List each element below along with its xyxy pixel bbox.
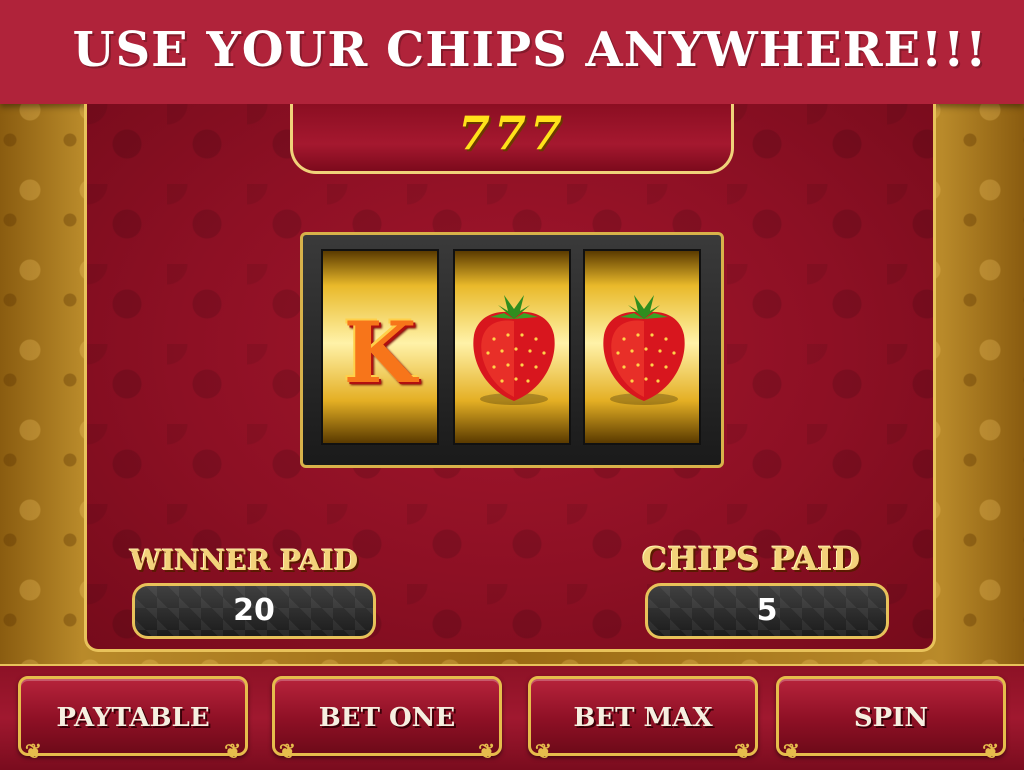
strawberry-icon <box>473 295 555 405</box>
strawberry-icon <box>603 295 685 405</box>
machine-title-plate: 777 <box>290 104 734 174</box>
letter-k-symbol: K <box>343 303 417 402</box>
reel-1: K <box>321 249 439 445</box>
ornament-icon: ❦ <box>734 739 751 763</box>
spin-button[interactable]: SPIN ❦ ❦ <box>776 676 1006 763</box>
winner-paid-value: 20 <box>132 583 376 639</box>
spin-label: SPIN <box>853 703 929 733</box>
promo-banner: USE YOUR CHIPS ANYWHERE!!! <box>0 0 1024 104</box>
reel-3 <box>583 249 701 445</box>
bet-one-button[interactable]: BET ONE ❦ ❦ <box>272 676 502 763</box>
ornament-icon: ❦ <box>25 739 42 763</box>
ornament-icon: ❦ <box>478 739 495 763</box>
reel-window: K <box>300 232 724 468</box>
bet-one-label: BET ONE <box>318 703 456 733</box>
ornament-icon: ❦ <box>224 739 241 763</box>
ornament-icon: ❦ <box>279 739 296 763</box>
banner-text: USE YOUR CHIPS ANYWHERE!!! <box>72 22 988 78</box>
chips-paid-label: CHIPS PAID <box>642 540 861 578</box>
chips-paid-value: 5 <box>645 583 889 639</box>
paytable-label: PAYTABLE <box>56 703 210 733</box>
ornament-icon: ❦ <box>783 739 800 763</box>
paytable-button[interactable]: PAYTABLE ❦ ❦ <box>18 676 248 763</box>
bet-max-button[interactable]: BET MAX ❦ ❦ <box>528 676 758 763</box>
reel-2 <box>453 249 571 445</box>
bet-max-label: BET MAX <box>573 703 713 733</box>
machine-title: 777 <box>457 106 567 160</box>
winner-paid-label: WINNER PAID <box>130 544 359 577</box>
ornament-icon: ❦ <box>982 739 999 763</box>
ornament-icon: ❦ <box>535 739 552 763</box>
